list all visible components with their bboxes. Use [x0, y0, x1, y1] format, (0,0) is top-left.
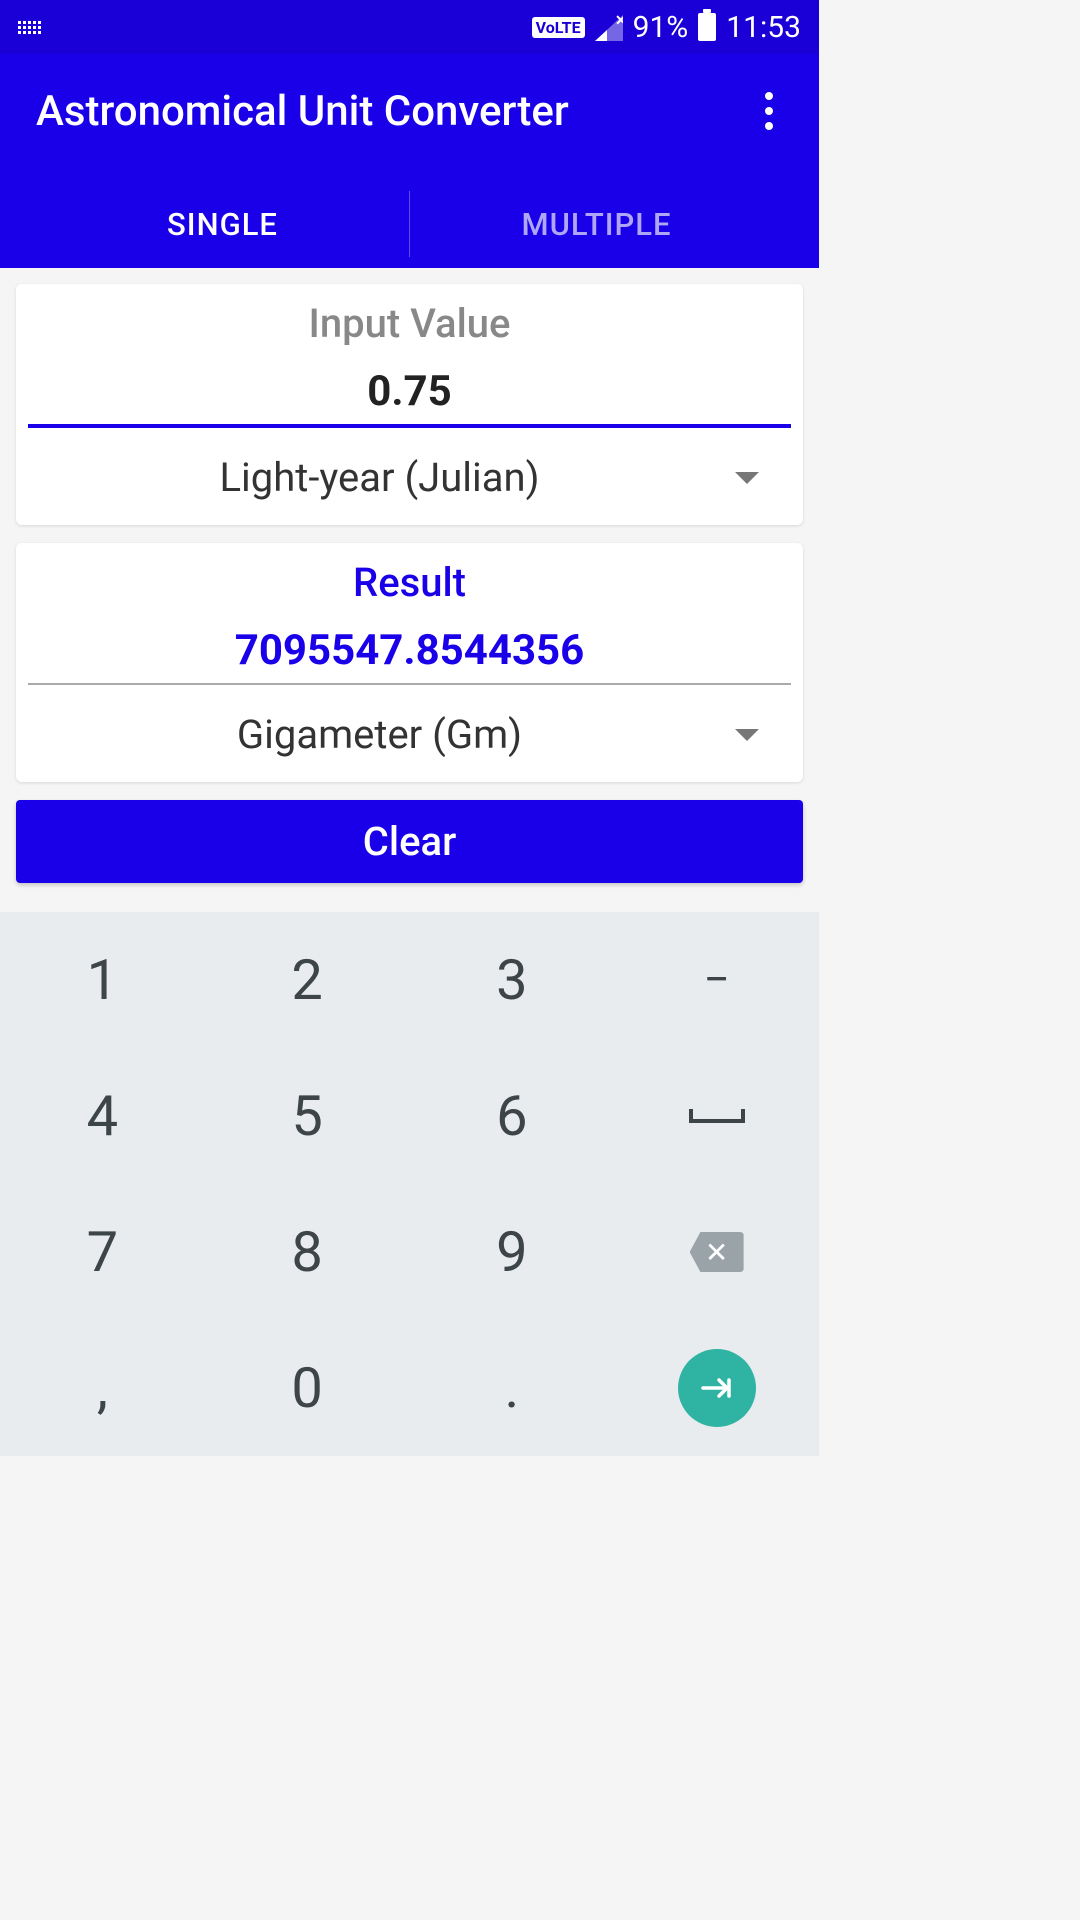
result-label: Result: [26, 559, 793, 606]
status-bar: VoLTE ✕ 91% 11:53: [0, 0, 819, 54]
key-9[interactable]: 9: [410, 1184, 615, 1320]
status-left: [18, 21, 41, 34]
content-area: Input Value 0.75 Light-year (Julian) Res…: [0, 268, 819, 899]
key-8[interactable]: 8: [205, 1184, 410, 1320]
key-7[interactable]: 7: [0, 1184, 205, 1320]
input-card: Input Value 0.75 Light-year (Julian): [16, 284, 803, 525]
signal-icon: ✕: [595, 14, 623, 40]
key-3[interactable]: 3: [410, 912, 615, 1048]
key-dot[interactable]: .: [410, 1320, 615, 1456]
app-title: Astronomical Unit Converter: [36, 87, 569, 136]
tab-single[interactable]: SINGLE: [36, 180, 409, 268]
status-right: VoLTE ✕ 91% 11:53: [532, 10, 801, 45]
tab-multiple[interactable]: MULTIPLE: [410, 180, 783, 268]
clear-button[interactable]: Clear: [16, 800, 803, 883]
key-1[interactable]: 1: [0, 912, 205, 1048]
key-comma[interactable]: ,: [0, 1320, 205, 1456]
result-card: Result 7095547.8544356 Gigameter (Gm): [16, 543, 803, 782]
key-6[interactable]: 6: [410, 1048, 615, 1184]
chevron-down-icon: [735, 729, 759, 741]
key-4[interactable]: 4: [0, 1048, 205, 1184]
result-unit-text: Gigameter (Gm): [26, 711, 793, 758]
input-unit-text: Light-year (Julian): [26, 454, 793, 501]
space-icon: [689, 1109, 745, 1123]
enter-icon: [678, 1349, 756, 1427]
result-value: 7095547.8544356: [28, 626, 791, 685]
app-header: Astronomical Unit Converter SINGLE MULTI…: [0, 54, 819, 268]
input-label: Input Value: [26, 300, 793, 347]
backspace-icon: ✕: [690, 1232, 744, 1272]
result-unit-dropdown[interactable]: Gigameter (Gm): [26, 705, 793, 764]
chevron-down-icon: [735, 472, 759, 484]
keyboard-indicator-icon: [18, 21, 41, 34]
overflow-menu-icon[interactable]: [755, 82, 783, 140]
clock: 11:53: [726, 10, 801, 45]
numeric-keypad: 1 2 3 − 4 5 6 7 8 9 ✕ , 0 .: [0, 912, 819, 1456]
key-backspace[interactable]: ✕: [614, 1184, 819, 1320]
battery-icon: [698, 13, 716, 41]
input-unit-dropdown[interactable]: Light-year (Julian): [26, 448, 793, 507]
key-space[interactable]: [614, 1048, 819, 1184]
key-enter[interactable]: [614, 1320, 819, 1456]
key-0[interactable]: 0: [205, 1320, 410, 1456]
input-value-field[interactable]: 0.75: [28, 367, 791, 428]
battery-percent: 91%: [633, 10, 689, 45]
key-minus[interactable]: −: [614, 912, 819, 1048]
svg-text:✕: ✕: [615, 15, 623, 29]
key-2[interactable]: 2: [205, 912, 410, 1048]
tab-bar: SINGLE MULTIPLE: [36, 180, 783, 268]
volte-badge: VoLTE: [532, 17, 585, 38]
key-5[interactable]: 5: [205, 1048, 410, 1184]
